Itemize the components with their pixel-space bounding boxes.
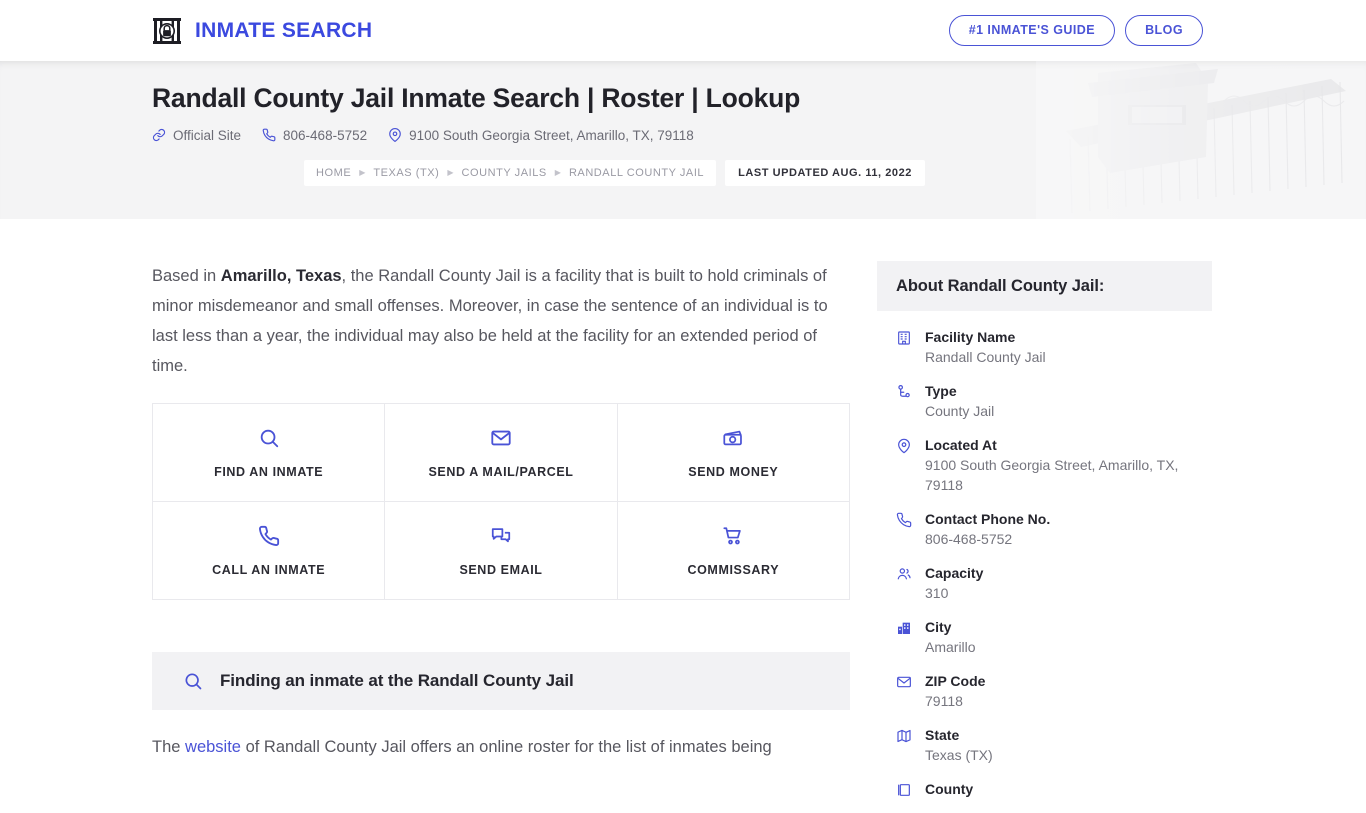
field-located-at: Located At 9100 South Georgia Street, Am… bbox=[896, 435, 1193, 495]
location-pin-icon bbox=[388, 128, 402, 143]
action-label: SEND MONEY bbox=[688, 464, 779, 479]
chevron-right-icon: ▶ bbox=[359, 167, 366, 177]
hero-phone-link[interactable]: 806-468-5752 bbox=[262, 128, 367, 143]
field-key: ZIP Code bbox=[925, 673, 986, 689]
inmates-guide-button[interactable]: #1 INMATE'S GUIDE bbox=[948, 14, 1116, 47]
page-title: Randall County Jail Inmate Search | Rost… bbox=[152, 83, 801, 113]
field-capacity: Capacity 310 bbox=[896, 563, 1193, 603]
field-type: Type County Jail bbox=[896, 381, 1193, 421]
field-key: Type bbox=[925, 383, 957, 399]
hero-address: 9100 South Georgia Street, Amarillo, TX,… bbox=[388, 128, 694, 143]
field-facility-name: Facility Name Randall County Jail bbox=[896, 327, 1193, 367]
main-column: Based in Amarillo, Texas, the Randall Co… bbox=[152, 261, 850, 813]
chevron-right-icon: ▶ bbox=[554, 167, 561, 177]
shopping-cart-icon bbox=[722, 525, 744, 547]
field-value: Texas (TX) bbox=[925, 747, 993, 763]
banknote-icon bbox=[722, 427, 744, 449]
about-card-header: About Randall County Jail: bbox=[877, 261, 1212, 311]
section-heading-text: Finding an inmate at the Randall County … bbox=[220, 671, 574, 690]
field-value: 310 bbox=[925, 585, 949, 601]
chevron-right-icon: ▶ bbox=[447, 167, 454, 177]
field-value: Randall County Jail bbox=[925, 349, 1046, 365]
hero-address-label: 9100 South Georgia Street, Amarillo, TX,… bbox=[409, 127, 694, 143]
paragraph-post: of Randall County Jail offers an online … bbox=[240, 738, 772, 756]
jail-lock-logo-icon bbox=[152, 16, 182, 46]
breadcrumb-item-randall-county-jail[interactable]: RANDALL COUNTY JAIL bbox=[569, 167, 704, 179]
field-value: 806-468-5752 bbox=[925, 531, 1013, 547]
book-icon bbox=[896, 779, 912, 799]
action-send-a-mail-parcel[interactable]: SEND A MAIL/PARCEL bbox=[385, 404, 618, 502]
envelope-icon bbox=[896, 671, 912, 711]
location-pin-icon bbox=[896, 435, 912, 495]
official-site-link[interactable]: Official Site bbox=[152, 128, 241, 143]
last-updated-badge: LAST UPDATED AUG. 11, 2022 bbox=[725, 159, 925, 186]
top-navigation-bar: INMATE SEARCH #1 INMATE'S GUIDE BLOG bbox=[0, 0, 1366, 61]
field-value: 9100 South Georgia Street, Amarillo, TX,… bbox=[925, 457, 1179, 493]
field-state: State Texas (TX) bbox=[896, 725, 1193, 765]
hero-meta: Official Site 806-468-5752 9100 South Ge… bbox=[152, 128, 1366, 143]
hero-phone-label: 806-468-5752 bbox=[283, 127, 368, 143]
field-value: Amarillo bbox=[925, 639, 976, 655]
phone-icon bbox=[262, 128, 276, 142]
field-key: Located At bbox=[925, 437, 997, 453]
field-key: Facility Name bbox=[925, 329, 1016, 345]
section-heading-finding-inmate: Finding an inmate at the Randall County … bbox=[152, 652, 850, 710]
action-label: COMMISSARY bbox=[687, 562, 780, 577]
official-site-label: Official Site bbox=[173, 127, 242, 143]
city-buildings-icon bbox=[896, 617, 912, 657]
breadcrumb-item-county-jails[interactable]: COUNTY JAILS bbox=[462, 167, 547, 179]
paragraph-pre: The bbox=[152, 738, 186, 756]
phone-icon bbox=[896, 509, 912, 549]
blog-button[interactable]: BLOG bbox=[1125, 14, 1203, 47]
nav-actions: #1 INMATE'S GUIDE BLOG bbox=[948, 14, 1203, 47]
field-key: Contact Phone No. bbox=[925, 511, 1051, 527]
action-find-an-inmate[interactable]: FIND AN INMATE bbox=[153, 404, 386, 502]
chat-bubbles-icon bbox=[490, 525, 512, 547]
map-icon bbox=[896, 725, 912, 765]
action-send-email[interactable]: SEND EMAIL bbox=[385, 502, 618, 600]
field-key: County bbox=[925, 781, 974, 797]
intro-paragraph: Based in Amarillo, Texas, the Randall Co… bbox=[152, 261, 850, 381]
action-label: SEND EMAIL bbox=[459, 562, 543, 577]
action-label: CALL AN INMATE bbox=[212, 562, 326, 577]
about-facility-card: About Randall County Jail: Facility Name… bbox=[877, 261, 1212, 799]
field-key: Capacity bbox=[925, 565, 984, 581]
field-key: City bbox=[925, 619, 952, 635]
envelope-icon bbox=[490, 427, 512, 449]
action-label: SEND A MAIL/PARCEL bbox=[428, 464, 574, 479]
brand-logo-link[interactable]: INMATE SEARCH bbox=[152, 16, 372, 46]
users-icon bbox=[896, 563, 912, 603]
breadcrumb: HOME ▶ TEXAS (TX) ▶ COUNTY JAILS ▶ RANDA… bbox=[304, 159, 1366, 186]
field-county: County bbox=[896, 779, 1193, 799]
action-commissary[interactable]: COMMISSARY bbox=[617, 502, 850, 600]
quick-actions-grid: FIND AN INMATE SEND A MAIL/PARCEL SEND M… bbox=[152, 403, 850, 600]
field-contact-phone: Contact Phone No. 806-468-5752 bbox=[896, 509, 1193, 549]
action-label: FIND AN INMATE bbox=[214, 464, 324, 479]
field-value: County Jail bbox=[925, 403, 995, 419]
website-link[interactable]: website bbox=[185, 738, 241, 756]
section-paragraph: The website of Randall County Jail offer… bbox=[152, 732, 850, 762]
action-call-an-inmate[interactable]: CALL AN INMATE bbox=[153, 502, 386, 600]
about-card-body: Facility Name Randall County Jail Type C… bbox=[877, 311, 1212, 799]
breadcrumb-item-texas[interactable]: TEXAS (TX) bbox=[373, 167, 439, 179]
sidebar-column: About Randall County Jail: Facility Name… bbox=[877, 261, 1212, 813]
action-send-money[interactable]: SEND MONEY bbox=[617, 404, 850, 502]
field-city: City Amarillo bbox=[896, 617, 1193, 657]
search-icon bbox=[183, 671, 203, 691]
link-icon bbox=[152, 128, 166, 142]
field-value: 79118 bbox=[925, 693, 963, 709]
brand-name: INMATE SEARCH bbox=[195, 18, 373, 42]
phone-icon bbox=[258, 525, 280, 547]
intro-pre: Based in bbox=[152, 267, 221, 285]
search-icon bbox=[258, 427, 280, 449]
building-grid-icon bbox=[896, 327, 912, 367]
node-branch-icon bbox=[896, 381, 912, 421]
field-key: State bbox=[925, 727, 960, 743]
page-content: Based in Amarillo, Texas, the Randall Co… bbox=[0, 219, 1366, 813]
breadcrumb-item-home[interactable]: HOME bbox=[316, 167, 351, 179]
about-card-title: About Randall County Jail: bbox=[896, 276, 1105, 295]
field-zip-code: ZIP Code 79118 bbox=[896, 671, 1193, 711]
intro-bold-location: Amarillo, Texas bbox=[220, 267, 342, 285]
hero-banner: Randall County Jail Inmate Search | Rost… bbox=[0, 61, 1366, 219]
